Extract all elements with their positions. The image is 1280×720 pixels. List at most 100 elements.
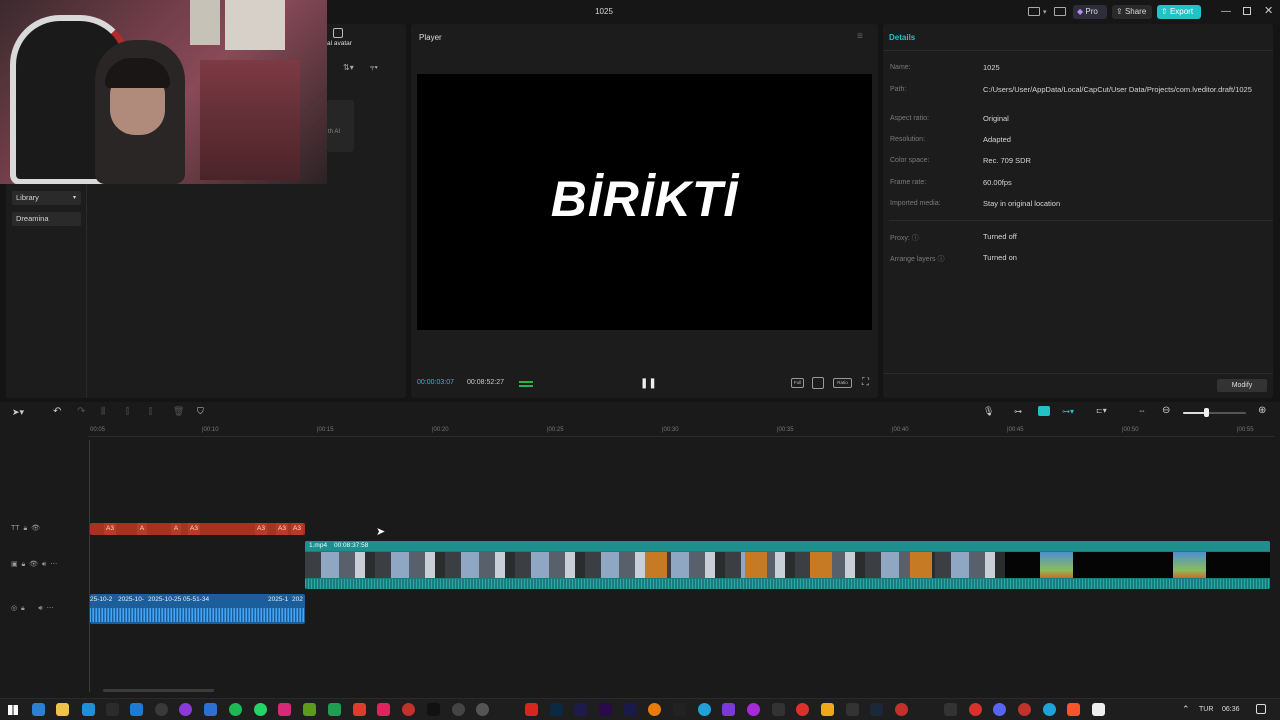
preview-axis-icon[interactable]: ⊏▾: [1096, 406, 1107, 415]
layout-icon[interactable]: [1028, 7, 1040, 16]
app-icon[interactable]: [402, 703, 415, 716]
settings-app-icon[interactable]: [32, 703, 45, 716]
tiktok-icon[interactable]: [427, 703, 440, 716]
shield-icon[interactable]: ⛉: [197, 406, 204, 417]
notification-icon[interactable]: [1256, 704, 1266, 714]
sort-icon[interactable]: ⇅▾: [343, 63, 354, 72]
redo-icon[interactable]: ↷: [77, 406, 85, 417]
tiktok-icon[interactable]: [377, 703, 390, 716]
audio-clip-label[interactable]: 25-10-2: [90, 596, 112, 603]
app-icon[interactable]: [476, 703, 489, 716]
split-right-icon[interactable]: ⫿: [149, 406, 152, 417]
undo-icon[interactable]: ↶: [53, 406, 61, 417]
text-clip[interactable]: A: [171, 523, 181, 535]
audio-clip-label[interactable]: 2025-1: [268, 596, 288, 603]
library-dropdown[interactable]: Library ▾: [12, 191, 81, 205]
app-icon[interactable]: [895, 703, 908, 716]
app-icon[interactable]: [969, 703, 982, 716]
audio-clip-label[interactable]: 2025-10-25 05-51-34: [148, 596, 209, 603]
premiere-icon[interactable]: [599, 703, 612, 716]
pro-button[interactable]: ◆ Pro: [1073, 5, 1107, 19]
app-icon[interactable]: [204, 703, 217, 716]
mic-icon[interactable]: 🎙: [983, 406, 994, 417]
split-left-icon[interactable]: ⫿: [126, 406, 129, 417]
app-icon[interactable]: [772, 703, 785, 716]
modify-button[interactable]: Modify: [1217, 379, 1267, 392]
language-indicator[interactable]: TUR: [1199, 706, 1213, 713]
full-button[interactable]: Full: [791, 378, 804, 388]
app-icon[interactable]: [796, 703, 809, 716]
nvidia-icon[interactable]: [303, 703, 316, 716]
share-button[interactable]: ⇪ Share: [1112, 5, 1152, 19]
chevron-up-icon[interactable]: ⌃: [1182, 704, 1190, 715]
app-icon[interactable]: [452, 703, 465, 716]
acrobat-icon[interactable]: [525, 703, 538, 716]
ratio-button[interactable]: Ratio: [833, 378, 852, 388]
eye-icon[interactable]: 👁︎: [29, 561, 38, 568]
fullscreen-icon[interactable]: ⛶: [862, 377, 869, 388]
app-icon[interactable]: [846, 703, 859, 716]
discord-icon[interactable]: [993, 703, 1006, 716]
filter-icon[interactable]: ⫧▾: [370, 63, 378, 73]
app-icon[interactable]: [722, 703, 735, 716]
capcut-icon[interactable]: [673, 703, 686, 716]
app-icon[interactable]: [698, 703, 711, 716]
magnet-icon[interactable]: [1038, 406, 1050, 416]
brave-icon[interactable]: [1067, 703, 1080, 716]
menu-icon[interactable]: ≡: [857, 31, 863, 42]
eye-icon[interactable]: 👁︎: [31, 525, 40, 532]
restore-button[interactable]: [1243, 7, 1251, 15]
pause-icon[interactable]: ❚❚: [640, 378, 657, 389]
vscode-icon[interactable]: [130, 703, 143, 716]
text-clip[interactable]: A3: [188, 523, 200, 535]
audio-clip-label[interactable]: 2025-10-: [118, 596, 144, 603]
file-explorer-icon[interactable]: [56, 703, 69, 716]
lock-icon[interactable]: 🔒︎: [21, 605, 25, 612]
lock-icon[interactable]: 🔒︎: [23, 525, 27, 532]
text-clip[interactable]: A3: [255, 523, 267, 535]
zoom-in-icon[interactable]: ⊕: [1258, 405, 1266, 416]
fit-icon[interactable]: ⇔: [1138, 406, 1146, 415]
ai-avatar-label[interactable]: al avatar: [327, 40, 352, 47]
more-icon[interactable]: ⋯: [47, 605, 54, 612]
media-encoder-icon[interactable]: [574, 703, 587, 716]
edge-icon[interactable]: [1043, 703, 1056, 716]
app-icon[interactable]: [353, 703, 366, 716]
zoom-slider-handle[interactable]: [1204, 408, 1209, 417]
app-icon[interactable]: [747, 703, 760, 716]
timeline-scrollbar[interactable]: [103, 689, 214, 692]
split-icon[interactable]: ⫼: [101, 406, 105, 417]
speaker-icon[interactable]: 🔊︎: [38, 605, 42, 612]
blender-icon[interactable]: [648, 703, 661, 716]
photoshop-icon[interactable]: [550, 703, 563, 716]
text-clip[interactable]: A3: [291, 523, 303, 535]
info-icon[interactable]: ⓘ: [912, 235, 919, 242]
app-icon[interactable]: [821, 703, 834, 716]
select-tool-icon[interactable]: ➤▾: [12, 407, 24, 418]
zoom-out-icon[interactable]: ⊖: [1162, 405, 1170, 416]
more-icon[interactable]: ⋯: [50, 561, 57, 568]
chevron-down-icon[interactable]: ▾: [1043, 8, 1047, 16]
app-icon[interactable]: [179, 703, 192, 716]
speaker-icon[interactable]: 🔊︎: [42, 561, 46, 568]
export-button[interactable]: ⇧ Export: [1157, 5, 1201, 19]
instagram-icon[interactable]: [278, 703, 291, 716]
edge-icon[interactable]: [82, 703, 95, 716]
ai-card[interactable]: [327, 100, 354, 152]
steam-icon[interactable]: [870, 703, 883, 716]
minimize-button[interactable]: —: [1221, 6, 1231, 17]
chatgpt-icon[interactable]: [155, 703, 168, 716]
text-clip[interactable]: A3: [276, 523, 288, 535]
link-icon[interactable]: ⊶: [1014, 407, 1022, 416]
capcut-active-icon[interactable]: [1092, 703, 1105, 716]
info-icon[interactable]: ⓘ: [937, 256, 944, 263]
after-effects-icon[interactable]: [624, 703, 637, 716]
windows-start-icon[interactable]: [8, 705, 18, 715]
app-icon[interactable]: [944, 703, 957, 716]
ai-avatar-icon[interactable]: [333, 28, 343, 38]
playhead[interactable]: [89, 440, 90, 692]
spotify-icon[interactable]: [229, 703, 242, 716]
audio-clip-label[interactable]: 202: [292, 596, 303, 603]
close-button[interactable]: ✕: [1264, 4, 1273, 17]
dreamina-item[interactable]: Dreamina: [12, 212, 81, 226]
